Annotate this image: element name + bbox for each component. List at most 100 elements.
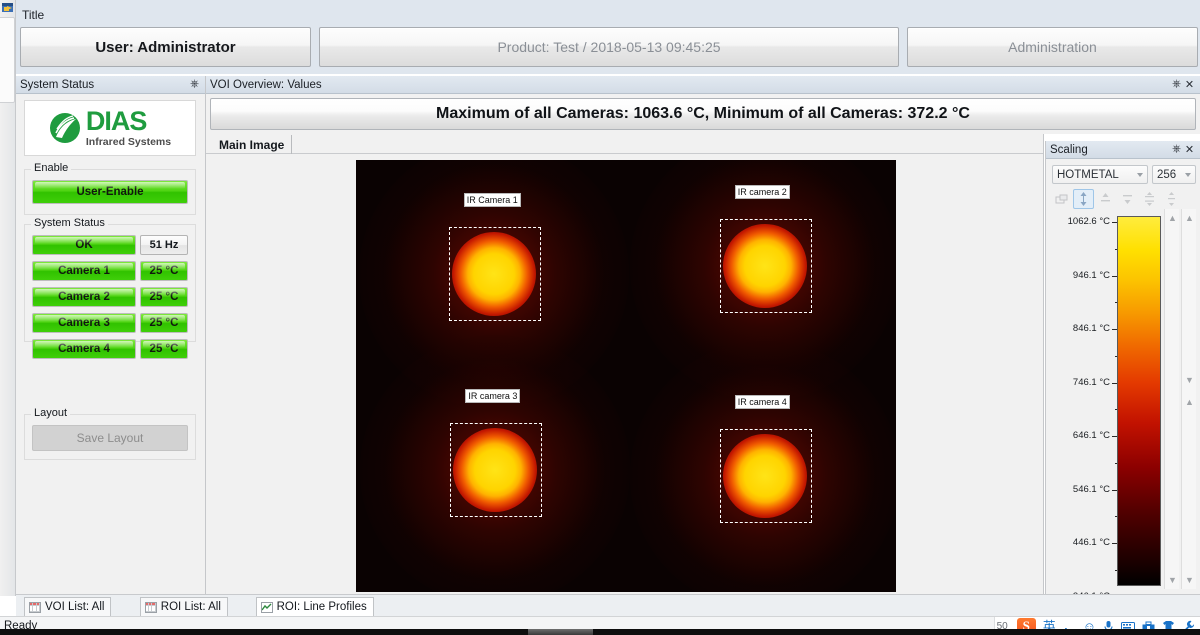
bottom-tab[interactable]: ROI List: All xyxy=(140,597,228,616)
palette-select[interactable]: HOTMETAL xyxy=(1052,165,1148,184)
roi-rectangle[interactable] xyxy=(449,227,541,321)
main-image-tabstrip: Main Image xyxy=(206,134,1043,154)
fit-icon[interactable] xyxy=(1161,189,1182,209)
colorbar-tick-label: 1062.6 °C xyxy=(1068,216,1110,227)
expand-icon[interactable] xyxy=(1139,189,1160,209)
chevron-up-icon[interactable]: ▲ xyxy=(1182,213,1197,223)
voi-panel-header: VOI Overview: Values ⎈ ✕ xyxy=(206,76,1200,94)
administration-button[interactable]: Administration xyxy=(907,27,1198,67)
scaling-dock: Scaling ⎈ ✕ HOTMETAL 256 xyxy=(1045,141,1200,594)
left-vertical-dock: Parameters xyxy=(0,0,16,596)
scaling-toolbar xyxy=(1051,189,1196,209)
scaling-panel-header: Scaling ⎈ ✕ xyxy=(1046,141,1200,159)
colorbar-max-spinner[interactable]: ▲ ▼ ▲ ▼ xyxy=(1181,209,1196,589)
status-group: System Status OK51 HzCamera 125 °CCamera… xyxy=(24,224,196,342)
colorbar-tick-label: 846.1 °C xyxy=(1073,323,1110,334)
lock-icon[interactable] xyxy=(1051,189,1072,209)
status-row-value[interactable]: 25 °C xyxy=(140,261,188,281)
dias-leaf-icon xyxy=(49,111,81,145)
user-enable-button[interactable]: User-Enable xyxy=(32,180,188,204)
tab-main-image[interactable]: Main Image xyxy=(212,135,292,154)
top-band: Title User: Administrator Product: Test … xyxy=(16,0,1200,74)
colorbar-tick-label: 546.1 °C xyxy=(1073,484,1110,495)
camera-label[interactable]: IR camera 2 xyxy=(735,185,790,199)
colorbar-tick-label: 946.1 °C xyxy=(1073,270,1110,281)
status-row-value[interactable]: 51 Hz xyxy=(140,235,188,255)
status-row-label[interactable]: Camera 3 xyxy=(32,313,136,333)
main-image-region: Main Image IR Camera 1 IR camera 2 IR came… xyxy=(206,134,1044,594)
pin-icon[interactable]: ⎈ xyxy=(1170,143,1183,156)
scaling-panel-title: Scaling xyxy=(1050,144,1170,156)
close-icon[interactable]: ✕ xyxy=(1183,78,1196,91)
roi-rectangle[interactable] xyxy=(450,423,542,517)
chevron-down-icon xyxy=(1185,173,1191,177)
system-status-dock: System Status ⎈ DIAS Infrared Systems En… xyxy=(16,76,206,594)
pin-icon[interactable]: ⎈ xyxy=(1170,78,1183,91)
system-status-panel-title: System Status xyxy=(20,79,188,91)
bottom-tab-strip: VOI List: All ROI List: All ROI: Line Prof… xyxy=(16,594,1200,616)
colorbar-tick-label: 446.1 °C xyxy=(1073,537,1110,548)
chevron-down-icon[interactable]: ▼ xyxy=(1182,575,1197,585)
chevron-up-icon[interactable]: ▲ xyxy=(1182,397,1197,407)
parameters-dock-tab[interactable]: Parameters xyxy=(0,17,15,103)
status-group-legend: System Status xyxy=(31,217,108,229)
table-icon xyxy=(29,602,41,613)
status-row-label[interactable]: OK xyxy=(32,235,136,255)
colorbar-gradient[interactable] xyxy=(1117,216,1161,586)
status-row-label[interactable]: Camera 4 xyxy=(32,339,136,359)
camera-label[interactable]: IR camera 3 xyxy=(465,389,520,403)
chevron-down-icon[interactable]: ▼ xyxy=(1182,375,1197,385)
chart-icon xyxy=(261,602,273,613)
set-max-icon[interactable] xyxy=(1095,189,1116,209)
voi-overview-panel: VOI Overview: Values ⎈ ✕ Maximum of all … xyxy=(206,76,1200,134)
application-window: Parameters Title User: Administrator Pro… xyxy=(0,0,1200,635)
window-title-caption: Title xyxy=(22,8,44,22)
thermal-image-canvas[interactable]: IR Camera 1 IR camera 2 IR camera 3 IR came… xyxy=(356,160,896,592)
status-row-value[interactable]: 25 °C xyxy=(140,313,188,333)
parameters-icon[interactable] xyxy=(1,1,15,15)
camera-label[interactable]: IR camera 4 xyxy=(735,395,790,409)
product-button[interactable]: Product: Test / 2018-05-13 09:45:25 xyxy=(319,27,899,67)
status-row-label[interactable]: Camera 2 xyxy=(32,287,136,307)
close-icon[interactable]: ✕ xyxy=(1183,143,1196,156)
enable-group: Enable User-Enable xyxy=(24,169,196,215)
bit-depth-select-value: 256 xyxy=(1157,169,1176,181)
camera-label[interactable]: IR Camera 1 xyxy=(464,193,521,207)
bottom-tab-label: VOI List: All xyxy=(45,601,104,613)
bottom-tab-label: ROI List: All xyxy=(161,601,221,613)
bottom-tab-label: ROI: Line Profiles xyxy=(277,601,367,613)
top-button-bar: User: Administrator Product: Test / 2018… xyxy=(20,27,1196,67)
autoscale-icon[interactable] xyxy=(1073,189,1094,209)
roi-rectangle[interactable] xyxy=(720,219,812,313)
chevron-down-icon xyxy=(1137,173,1143,177)
dias-wordmark: DIAS xyxy=(86,108,171,135)
system-status-panel-header: System Status ⎈ xyxy=(16,76,205,94)
status-row-value[interactable]: 25 °C xyxy=(140,287,188,307)
colorbar-tick-label: 646.1 °C xyxy=(1073,430,1110,441)
status-row-label[interactable]: Camera 1 xyxy=(32,261,136,281)
bottom-tab[interactable]: VOI List: All xyxy=(24,597,111,616)
layout-group-legend: Layout xyxy=(31,407,70,419)
dias-logo: DIAS Infrared Systems xyxy=(24,100,196,156)
dias-subtitle: Infrared Systems xyxy=(86,136,171,148)
set-min-icon[interactable] xyxy=(1117,189,1138,209)
bottom-tab[interactable]: ROI: Line Profiles xyxy=(256,597,374,616)
user-button[interactable]: User: Administrator xyxy=(20,27,311,67)
status-row-value[interactable]: 25 °C xyxy=(140,339,188,359)
pin-icon[interactable]: ⎈ xyxy=(188,78,201,91)
palette-select-value: HOTMETAL xyxy=(1057,169,1119,181)
chevron-up-icon[interactable]: ▲ xyxy=(1165,213,1180,223)
bit-depth-select[interactable]: 256 xyxy=(1152,165,1196,184)
layout-group: Layout Save Layout xyxy=(24,414,196,460)
voi-panel-title: VOI Overview: Values xyxy=(210,79,1170,91)
colorbar-min-spinner[interactable]: ▲ ▼ xyxy=(1164,209,1179,589)
scrollbar-thumb[interactable] xyxy=(528,629,593,635)
chevron-down-icon[interactable]: ▼ xyxy=(1165,575,1180,585)
colorbar-scale-labels: 1062.6 °C946.1 °C846.1 °C746.1 °C646.1 °… xyxy=(1048,209,1110,589)
table-icon xyxy=(145,602,157,613)
horizontal-scrollbar[interactable] xyxy=(0,629,1200,635)
enable-group-legend: Enable xyxy=(31,162,71,174)
voi-max-min-readout: Maximum of all Cameras: 1063.6 °C, Minim… xyxy=(210,98,1196,130)
save-layout-button[interactable]: Save Layout xyxy=(32,425,188,451)
roi-rectangle[interactable] xyxy=(720,429,812,523)
